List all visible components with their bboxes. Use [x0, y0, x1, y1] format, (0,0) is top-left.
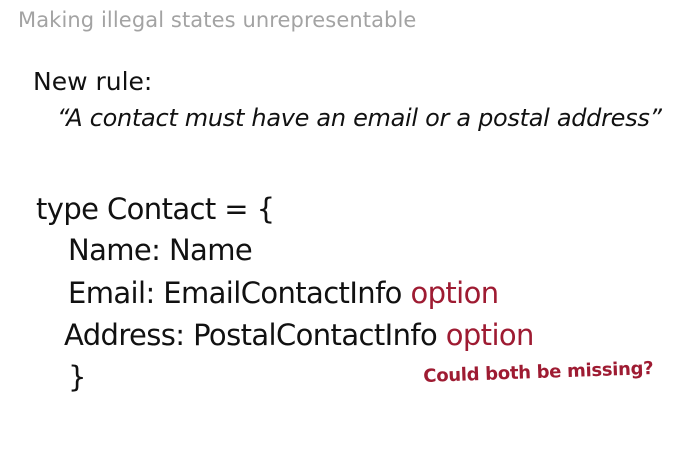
code-line-closing-brace: } — [68, 360, 86, 394]
code-line-email-main: Email: EmailContactInfo — [68, 276, 402, 310]
slide-title: Making illegal states unrepresentable — [18, 8, 417, 32]
code-line-address: Address: PostalContactInfo option — [64, 318, 534, 352]
rule-label: New rule: — [33, 67, 153, 96]
code-line-email: Email: EmailContactInfo option — [68, 276, 499, 310]
code-keyword-option-email: option — [410, 276, 499, 310]
code-keyword-option-address: option — [445, 318, 535, 352]
code-line-type-contact: type Contact = { — [36, 192, 275, 226]
code-line-name: Name: Name — [68, 233, 253, 267]
rule-text: “A contact must have an email or a posta… — [57, 104, 662, 132]
handwritten-annotation: Could both be missing? — [423, 357, 654, 387]
slide: Making illegal states unrepresentable Ne… — [0, 0, 681, 460]
code-line-address-main: Address: PostalContactInfo — [64, 318, 438, 352]
